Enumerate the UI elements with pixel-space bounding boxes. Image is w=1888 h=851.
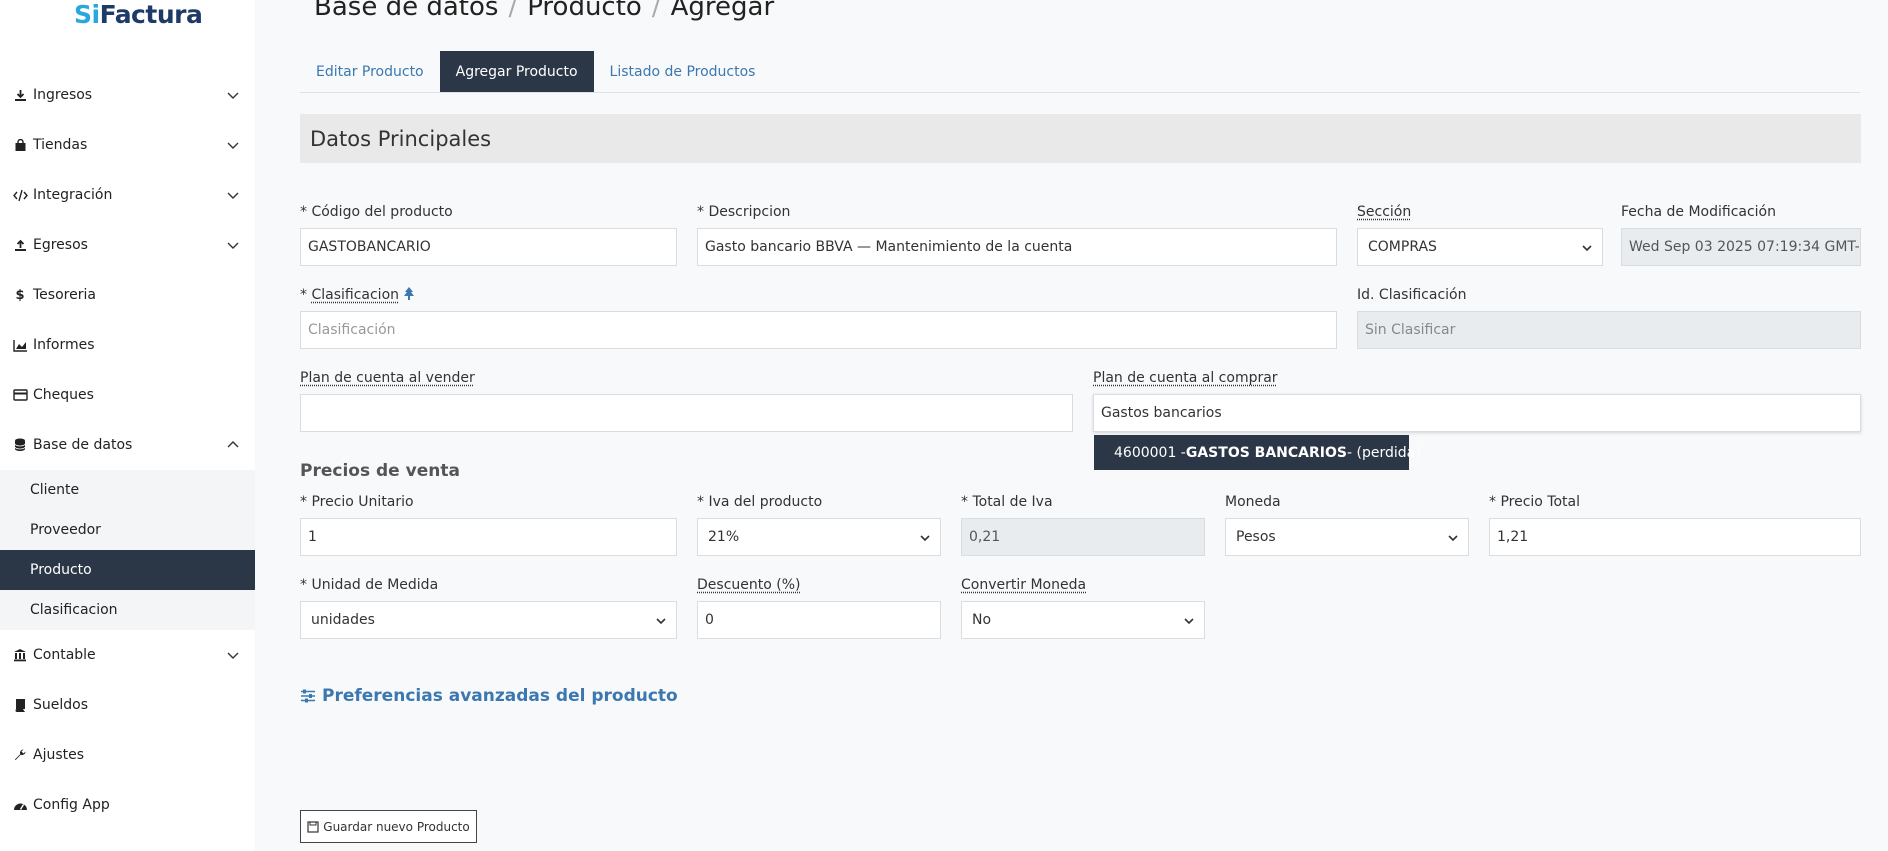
sidebar-subitem-proveedor[interactable]: Proveedor (0, 510, 255, 550)
convertir-select[interactable]: No (961, 601, 1205, 639)
sliders-icon (301, 689, 315, 703)
plan-comprar-label: Plan de cuenta al comprar (1093, 370, 1278, 386)
plan-comprar-input[interactable]: Gastos bancarios (1093, 394, 1861, 432)
precio-total-label: * Precio Total (1489, 494, 1581, 510)
seccion-select[interactable]: COMPRAS (1357, 228, 1603, 266)
sidebar-item-tiendas[interactable]: Tiendas (0, 120, 255, 170)
sidebar-item-tesoreria[interactable]: $ Tesoreria (0, 270, 255, 320)
chevron-down-icon (920, 535, 930, 542)
breadcrumb-producto[interactable]: Producto (527, 0, 642, 22)
plan-vender-input[interactable] (300, 394, 1073, 432)
tab-agregar-producto[interactable]: Agregar Producto (439, 51, 594, 92)
sidebar-item-sueldos[interactable]: Sueldos (0, 680, 255, 730)
shopping-bag-icon (12, 138, 28, 152)
chevron-down-icon (227, 92, 239, 99)
total-iva-label: * Total de Iva (961, 494, 1053, 510)
fecha-field: Wed Sep 03 2025 07:19:34 GMT-030 (1621, 228, 1861, 266)
chevron-down-icon (656, 618, 666, 625)
moneda-select[interactable]: Pesos (1225, 518, 1469, 556)
sidebar-item-cheques[interactable]: Cheques (0, 370, 255, 420)
id-clasificacion-field: Sin Clasificar (1357, 311, 1861, 349)
main-content: Base de datos / Producto / Agregar Editar Pr… (255, 0, 1888, 851)
precio-total-input[interactable]: 1,21 (1489, 518, 1861, 556)
seccion-label: Sección (1357, 204, 1412, 220)
section-title: Datos Principales (300, 114, 1861, 163)
advanced-preferences-link[interactable]: Preferencias avanzadas del producto (300, 686, 678, 706)
chevron-down-icon (227, 142, 239, 149)
chevron-up-icon (227, 441, 239, 448)
id-clasificacion-label: Id. Clasificación (1357, 287, 1467, 303)
gauge-icon (12, 798, 28, 812)
chevron-down-icon (227, 652, 239, 659)
moneda-label: Moneda (1225, 494, 1281, 510)
unidad-select[interactable]: unidades (300, 601, 677, 639)
sidebar-item-config-app[interactable]: Config App (0, 780, 255, 830)
descripcion-input[interactable]: Gasto bancario BBVA — Mantenimiento de l… (697, 228, 1337, 266)
book-icon (12, 698, 28, 712)
sidebar-item-informes[interactable]: Informes (0, 320, 255, 370)
sidebar-subitem-producto[interactable]: Producto (0, 550, 255, 590)
bank-icon (12, 648, 28, 662)
sidebar-nav: Ingresos Tiendas Integración Egresos $ T… (0, 70, 255, 830)
chevron-down-icon (1184, 618, 1194, 625)
iva-label: * Iva del producto (697, 494, 823, 510)
convertir-label: Convertir Moneda (961, 577, 1087, 593)
sidebar-item-contable[interactable]: Contable (0, 630, 255, 680)
app-logo[interactable]: SiFactura (74, 0, 203, 29)
plan-comprar-suggestion[interactable]: 4600001 - GASTOS BANCARIOS - (perdida) (1094, 435, 1421, 470)
chevron-down-icon (1582, 245, 1592, 252)
upload-icon (12, 238, 28, 252)
tab-listado-productos[interactable]: Listado de Productos (594, 51, 772, 92)
chevron-down-icon (227, 192, 239, 199)
clasificacion-input[interactable]: Clasificación (300, 311, 1337, 349)
download-icon (12, 88, 28, 102)
precio-unitario-label: * Precio Unitario (300, 494, 414, 510)
database-icon (12, 438, 28, 452)
tree-icon[interactable] (403, 287, 415, 300)
descuento-input[interactable]: 0 (697, 601, 941, 639)
sidebar-item-integracion[interactable]: Integración (0, 170, 255, 220)
precios-title: Precios de venta (300, 461, 460, 481)
descuento-label: Descuento (%) (697, 577, 801, 593)
sidebar: SiFactura Ingresos Tiendas Integración E… (0, 0, 255, 851)
breadcrumb: Base de datos / Producto / Agregar (314, 0, 774, 22)
sidebar-item-ingresos[interactable]: Ingresos (0, 70, 255, 120)
sidebar-item-egresos[interactable]: Egresos (0, 220, 255, 270)
save-button[interactable]: Guardar nuevo Producto (300, 810, 477, 843)
chevron-down-icon (227, 242, 239, 249)
credit-card-icon (12, 388, 28, 402)
save-icon (307, 820, 319, 833)
dollar-icon: $ (15, 287, 25, 303)
sidebar-item-base-de-datos[interactable]: Base de datos (0, 420, 255, 470)
breadcrumb-agregar: Agregar (670, 0, 775, 22)
iva-select[interactable]: 21% (697, 518, 941, 556)
breadcrumb-base-de-datos[interactable]: Base de datos (314, 0, 498, 22)
unidad-label: * Unidad de Medida (300, 577, 439, 593)
sidebar-subnav-base-de-datos: Cliente Proveedor Producto Clasificacion (0, 470, 255, 630)
chevron-down-icon (1448, 535, 1458, 542)
area-chart-icon (12, 338, 28, 352)
sidebar-subitem-clasificacion[interactable]: Clasificacion (0, 590, 255, 630)
codigo-input[interactable]: GASTOBANCARIO (300, 228, 677, 266)
code-icon (12, 188, 28, 202)
product-tabs: Editar Producto Agregar Producto Listado… (300, 51, 1860, 93)
codigo-label: * Código del producto (300, 204, 453, 220)
descripcion-label: * Descripcion (697, 204, 791, 220)
fecha-label: Fecha de Modificación (1621, 204, 1776, 220)
clasificacion-label: * Clasificacion (300, 287, 415, 303)
total-iva-field: 0,21 (961, 518, 1205, 556)
precio-unitario-input[interactable]: 1 (300, 518, 677, 556)
tab-editar-producto[interactable]: Editar Producto (300, 51, 440, 92)
sidebar-item-ajustes[interactable]: Ajustes (0, 730, 255, 780)
plan-vender-label: Plan de cuenta al vender (300, 370, 475, 386)
sidebar-subitem-cliente[interactable]: Cliente (0, 470, 255, 510)
wrench-icon (12, 748, 28, 762)
